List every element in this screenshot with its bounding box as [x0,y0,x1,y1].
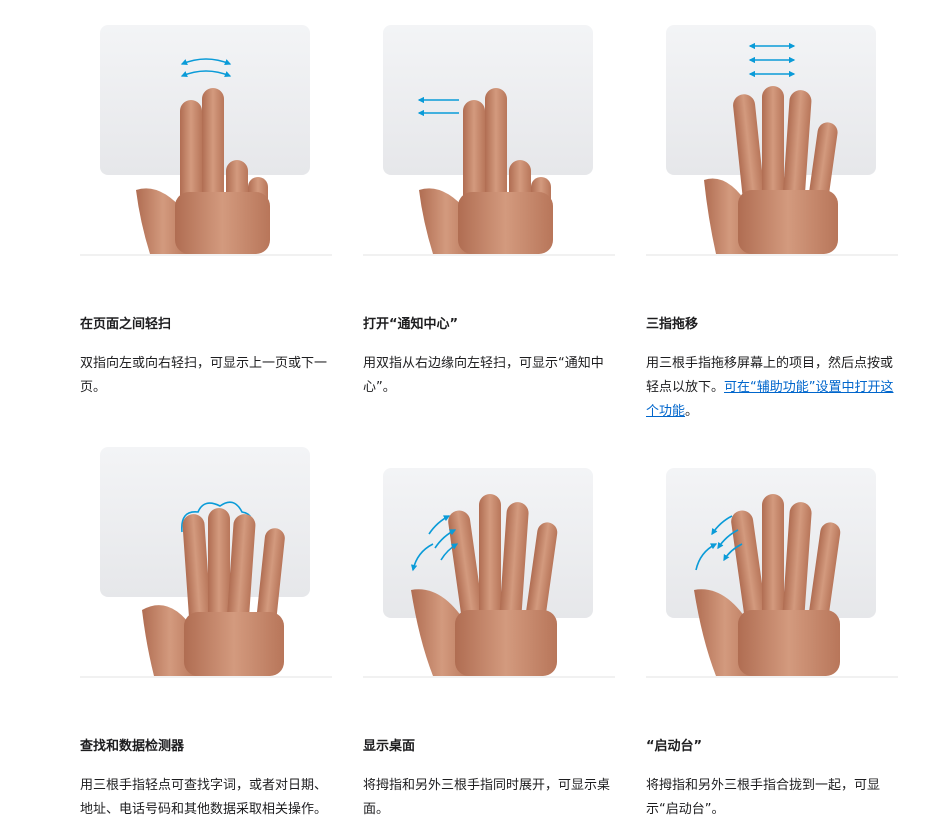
three-finger-drag-illustration [646,22,898,256]
gesture-title: 查找和数据检测器 [80,739,185,754]
gesture-title: 在页面之间轻扫 [80,317,172,332]
gesture-title: 显示桌面 [363,739,416,754]
gesture-title: 三指拖移 [646,317,699,332]
gesture-description: 将拇指和另外三根手指同时展开，可显示桌面。 [363,778,611,817]
gesture-description-suffix: 。 [685,404,699,419]
launchpad-illustration [646,444,898,678]
gesture-description: 用双指从右边缘向左轻扫，可显示“通知中心”。 [363,356,604,395]
gesture-description: 用三根手指拖移屏幕上的项目，然后点按或轻点以放下。可在“辅助功能”设置中打开这个… [646,352,898,424]
notification-center-illustration [363,22,615,256]
gesture-description: 将拇指和另外三根手指合拢到一起，可显示“启动台”。 [646,778,881,817]
gesture-description: 用三根手指轻点可查找字词，或者对日期、地址、电话号码和其他数据采取相关操作。 [80,778,328,817]
gesture-description: 双指向左或向右轻扫，可显示上一页或下一页。 [80,356,328,395]
look-up-illustration [80,444,332,678]
swipe-pages-illustration [80,22,332,256]
gesture-title: “启动台” [646,739,703,754]
gesture-title: 打开“通知中心” [363,317,459,332]
show-desktop-illustration [363,444,615,678]
